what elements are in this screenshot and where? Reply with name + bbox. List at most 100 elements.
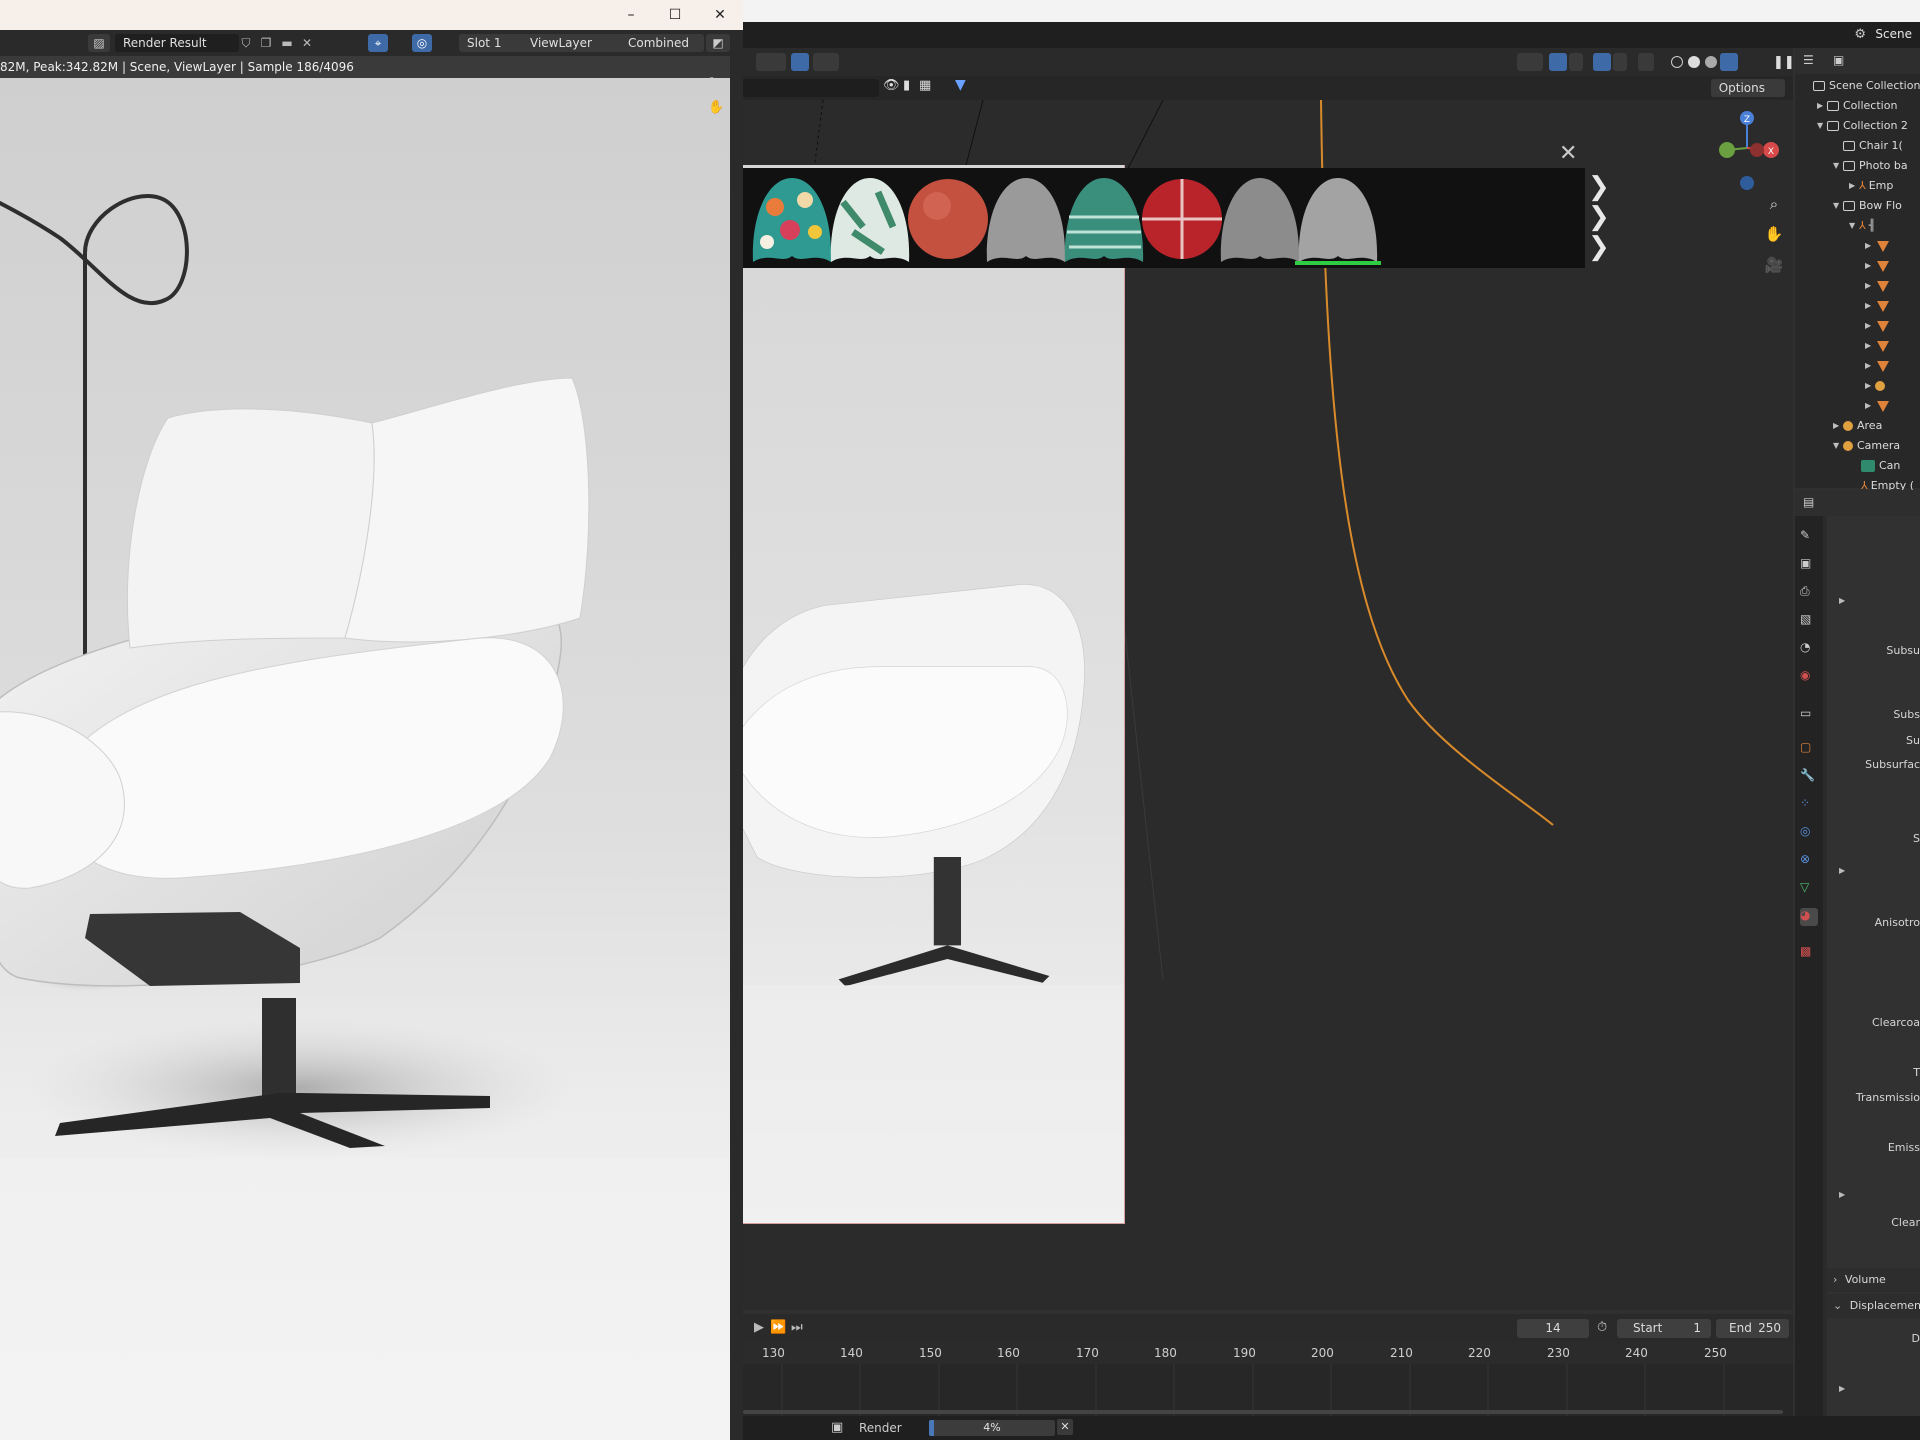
unlink-image-icon[interactable]: ✕ — [299, 34, 315, 52]
expand-icon[interactable]: ▶ — [1865, 296, 1875, 316]
expand-icon[interactable]: ▶ — [1839, 1190, 1845, 1199]
expand-icon[interactable]: ▶ — [1865, 316, 1875, 336]
material-shelf-close-icon[interactable]: ✕ — [1559, 143, 1577, 165]
navigation-gizmo[interactable]: Z X — [1705, 108, 1789, 198]
sample-tool-icon[interactable]: ⌖ — [368, 34, 388, 52]
editor-type-icon[interactable]: ▤ — [1803, 495, 1814, 509]
layout-icon[interactable]: ▦ — [919, 78, 931, 93]
collapse-icon[interactable]: ▼ — [1833, 436, 1843, 456]
outliner-row[interactable]: ▶ ⅄ Emp — [1849, 176, 1893, 196]
overlay-dropdown[interactable] — [1613, 53, 1627, 71]
outliner-row[interactable]: Scene Collection — [1813, 76, 1920, 96]
particles-tab-icon[interactable]: ⁘ — [1800, 796, 1818, 814]
outliner-row[interactable]: ▼ Photo ba — [1833, 156, 1908, 176]
camera-view-icon[interactable]: 🎥 — [1763, 254, 1785, 276]
next-arrow-icon[interactable]: ❯ — [1588, 204, 1610, 230]
expand-icon[interactable]: ▶ — [1865, 396, 1875, 416]
expand-icon[interactable]: ▶ — [1833, 416, 1843, 436]
physics-tab-icon[interactable]: ◎ — [1800, 824, 1818, 842]
overlay-toggle-icon[interactable] — [1593, 53, 1611, 71]
outliner-filter-icon[interactable]: ▣ — [1833, 53, 1844, 67]
expand-icon[interactable]: ▶ — [1849, 176, 1859, 196]
display-mode-icon[interactable]: ☰ — [1803, 53, 1814, 67]
next-arrow-icon[interactable]: ❯ — [1588, 174, 1610, 200]
render-image[interactable] — [0, 78, 730, 1440]
outliner-row[interactable]: ▼ Camera — [1833, 436, 1900, 456]
mesh-row[interactable]: ▶ — [1865, 276, 1889, 296]
light-row[interactable]: ▶ — [1865, 376, 1889, 396]
volume-section[interactable]: › Volume — [1827, 1268, 1920, 1292]
cancel-render-icon[interactable]: ✕ — [1057, 1419, 1073, 1435]
expand-icon[interactable]: ▶ — [1839, 1384, 1845, 1393]
editor-type-button[interactable] — [756, 53, 786, 71]
collapse-icon[interactable]: ▼ — [1817, 116, 1827, 136]
play-icon[interactable]: ▶ — [754, 1320, 764, 1335]
duplicate-image-icon[interactable]: ❐ — [258, 34, 274, 52]
scene-selector[interactable]: Scene — [1875, 27, 1912, 41]
render-tab-icon[interactable]: ▣ — [1800, 556, 1818, 574]
tool-tab-icon[interactable]: ✎ — [1800, 528, 1818, 546]
expand-icon[interactable]: ▶ — [1865, 276, 1875, 296]
constraints-tab-icon[interactable]: ⊗ — [1800, 852, 1818, 870]
mesh-row[interactable]: ▶ — [1865, 236, 1889, 256]
fake-user-icon[interactable]: ⛉ — [238, 34, 254, 52]
expand-icon[interactable]: ▶ — [1865, 236, 1875, 256]
expand-icon[interactable]: ▶ — [1865, 256, 1875, 276]
outliner-row[interactable]: ▶ Collection — [1817, 96, 1897, 116]
clock-icon[interactable]: ⏱ — [1597, 1320, 1607, 1335]
hand-pan-icon[interactable]: ✋ — [1763, 223, 1785, 245]
close-button[interactable]: ✕ — [709, 4, 731, 26]
scene-tab-icon[interactable]: ◔ — [1800, 640, 1818, 658]
image-name-field[interactable]: Render Result — [115, 34, 239, 52]
filter-icon[interactable]: ▼ — [955, 77, 966, 93]
outliner-row[interactable]: ▼ ⅄ ╢ — [1849, 216, 1875, 236]
expand-icon[interactable]: ▶ — [1839, 866, 1845, 875]
mesh-row[interactable]: ▶ — [1865, 396, 1889, 416]
mesh-row[interactable]: ▶ — [1865, 336, 1889, 356]
view-layer-selector[interactable]: ViewLayer — [522, 34, 628, 52]
zoom-icon[interactable]: ⌕ — [708, 72, 715, 87]
visibility-icon[interactable] — [1517, 53, 1543, 71]
object-tab-icon[interactable]: ▢ — [1800, 740, 1818, 758]
current-frame-field[interactable]: 14 — [1517, 1319, 1589, 1338]
image-editor-type-icon[interactable]: ▨ — [88, 34, 110, 52]
mesh-row[interactable]: ▶ — [1865, 256, 1889, 276]
expand-icon[interactable]: ▶ — [1817, 96, 1827, 116]
world-tab-icon[interactable]: ◉ — [1800, 668, 1818, 686]
shading-wireframe-icon[interactable] — [1671, 56, 1683, 68]
material-tab-icon[interactable]: ◕ — [1800, 908, 1818, 926]
falloff-curve-icon[interactable] — [813, 53, 839, 71]
pause-render-icon[interactable]: ❚❚ — [1773, 55, 1795, 70]
displacement-section[interactable]: ⌄ Displacemen — [1827, 1294, 1920, 1318]
view-layer-tab-icon[interactable]: ▧ — [1800, 612, 1818, 630]
open-image-icon[interactable]: ▬ — [278, 34, 296, 52]
minimize-button[interactable]: – — [620, 4, 642, 26]
timeline-ruler[interactable]: 130 140 150 160 170 180 190 200 210 220 … — [743, 1342, 1793, 1364]
modifier-tab-icon[interactable]: 🔧 — [1800, 768, 1818, 786]
end-frame-field[interactable]: End 250 — [1716, 1319, 1789, 1338]
shading-rendered-icon[interactable] — [1720, 53, 1738, 71]
output-tab-icon[interactable]: ⎙ — [1800, 584, 1818, 602]
collection-tab-icon[interactable]: ▭ — [1800, 706, 1818, 724]
collapse-icon[interactable]: ▼ — [1833, 196, 1843, 216]
jump-keyframe-icon[interactable]: ⏩ — [770, 1320, 786, 1335]
timeline-track-area[interactable] — [743, 1364, 1793, 1416]
options-dropdown[interactable]: Options — [1710, 79, 1785, 97]
expand-icon[interactable]: ▶ — [1839, 596, 1845, 605]
data-tab-icon[interactable]: ▽ — [1800, 880, 1818, 898]
mesh-row[interactable]: ▶ — [1865, 356, 1889, 376]
collapse-icon[interactable]: ▼ — [1849, 216, 1859, 236]
shading-material-icon[interactable] — [1705, 56, 1717, 68]
outliner-row[interactable]: ▼ Bow Flo — [1833, 196, 1902, 216]
outliner-row[interactable]: ▶ Area — [1833, 416, 1882, 436]
mesh-row[interactable]: ▶ — [1865, 316, 1889, 336]
collapse-icon[interactable]: ▼ — [1833, 156, 1843, 176]
eye-icon[interactable]: 👁 — [883, 78, 900, 93]
mesh-row[interactable]: ▶ — [1865, 296, 1889, 316]
bookmark-icon[interactable]: ▮ — [903, 78, 910, 93]
shading-solid-icon[interactable] — [1688, 56, 1700, 68]
expand-icon[interactable]: ▶ — [1865, 356, 1875, 376]
display-channels-icon[interactable]: ◩ — [706, 34, 730, 52]
search-field[interactable] — [743, 79, 879, 97]
gizmo-toggle-icon[interactable] — [1549, 53, 1567, 71]
